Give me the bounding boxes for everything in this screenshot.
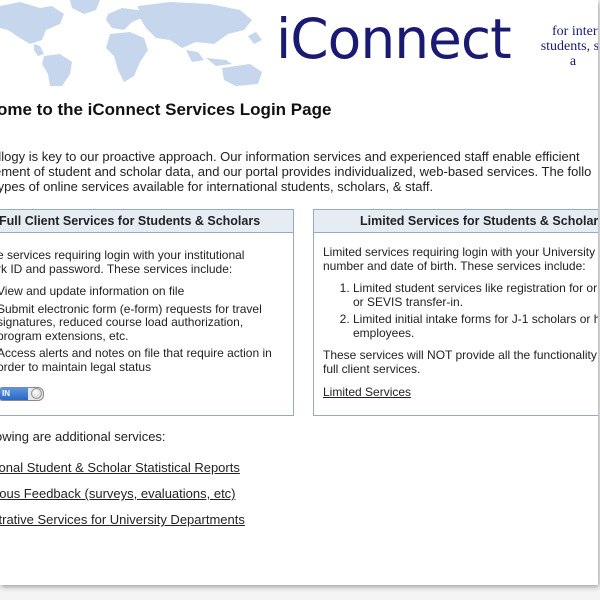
login-button[interactable]: IN bbox=[0, 387, 44, 401]
full-client-service-list: View and update information on file Subm… bbox=[0, 284, 293, 374]
list-item: View and update information on file bbox=[0, 284, 293, 299]
limited-note: These services will NOT provide all the … bbox=[323, 348, 598, 376]
list-item-text: signatures, reduced course load authoriz… bbox=[0, 315, 244, 329]
description-line: number and date of birth. These services… bbox=[323, 258, 586, 273]
list-item: nous Feedback (surveys, evaluations, etc… bbox=[0, 486, 245, 512]
list-item-text: or SEVIS transfer-in. bbox=[353, 294, 464, 309]
tagline-line: a bbox=[569, 54, 577, 69]
page-title: ome to the iConnect Services Login Page bbox=[0, 100, 332, 119]
list-item: tional Student & Scholar Statistical Rep… bbox=[0, 460, 245, 486]
world-map-graphic bbox=[0, 0, 262, 86]
list-item-text: Submit electronic form (e-form) requests… bbox=[0, 301, 262, 316]
note-line: full client services. bbox=[323, 361, 421, 376]
intro-line: ement of student and scholar data, and o… bbox=[0, 164, 592, 179]
department-services-link[interactable]: strative Services for University Departm… bbox=[0, 512, 245, 527]
list-item-text: program extensions, etc. bbox=[0, 328, 129, 343]
full-client-services-panel: Full Client Services for Students & Scho… bbox=[0, 209, 294, 416]
list-item: Submit electronic form (e-form) requests… bbox=[0, 301, 293, 344]
list-item-text: order to maintain legal status bbox=[0, 359, 152, 374]
intro-line: dlogy is key to our proactive approach. … bbox=[0, 149, 580, 164]
page: iConnect for intern students, sc a ome t… bbox=[0, 0, 598, 585]
tagline-line: for intern bbox=[552, 24, 598, 39]
list-item-text: Limited initial intake forms for J-1 sch… bbox=[353, 312, 598, 326]
list-item: Limited initial intake forms for J-1 sch… bbox=[353, 312, 598, 340]
list-item-text: View and update information on file bbox=[0, 284, 185, 298]
limited-services-panel: Limited Services for Students & Scholars… bbox=[313, 209, 598, 416]
limited-description: Limited services requiring login with yo… bbox=[323, 245, 598, 273]
list-item: strative Services for University Departm… bbox=[0, 512, 245, 538]
limited-services-link[interactable]: Limited Services bbox=[323, 385, 411, 400]
list-item: Limited student services like registrati… bbox=[353, 281, 598, 309]
statistical-reports-link[interactable]: tional Student & Scholar Statistical Rep… bbox=[0, 460, 240, 475]
additional-services-list: tional Student & Scholar Statistical Rep… bbox=[0, 460, 245, 538]
list-item: Access alerts and notes on file that req… bbox=[0, 346, 293, 374]
login-button-label: IN bbox=[0, 388, 28, 400]
limited-service-list: Limited student services like registrati… bbox=[323, 281, 598, 340]
iconnect-logo: iConnect bbox=[276, 7, 512, 71]
feedback-link[interactable]: nous Feedback (surveys, evaluations, etc… bbox=[0, 486, 236, 501]
description-line: rk ID and password. These services inclu… bbox=[0, 261, 233, 276]
tagline-line: students, sc bbox=[540, 39, 598, 54]
list-item-text: Limited student services like registrati… bbox=[353, 281, 598, 295]
header-banner: iConnect for intern students, sc a bbox=[0, 0, 598, 86]
full-client-services-title: Full Client Services for Students & Scho… bbox=[0, 210, 293, 233]
limited-services-title: Limited Services for Students & Scholars bbox=[314, 210, 598, 233]
list-item-text: employees. bbox=[353, 325, 415, 340]
description-line: Limited services requiring login with yo… bbox=[323, 245, 596, 259]
note-line: These services will NOT provide all the … bbox=[323, 348, 597, 362]
intro-paragraph: dlogy is key to our proactive approach. … bbox=[0, 149, 598, 194]
intro-line: types of online services available for i… bbox=[0, 179, 434, 194]
description-line: e services requiring login with your ins… bbox=[0, 248, 245, 262]
additional-services-label: owing are additional services: bbox=[0, 429, 166, 444]
toggle-knob-icon bbox=[31, 388, 42, 399]
full-client-description: e services requiring login with your ins… bbox=[0, 248, 293, 276]
logo-tagline: for intern students, sc a bbox=[528, 24, 598, 69]
list-item-text: Access alerts and notes on file that req… bbox=[0, 346, 272, 360]
